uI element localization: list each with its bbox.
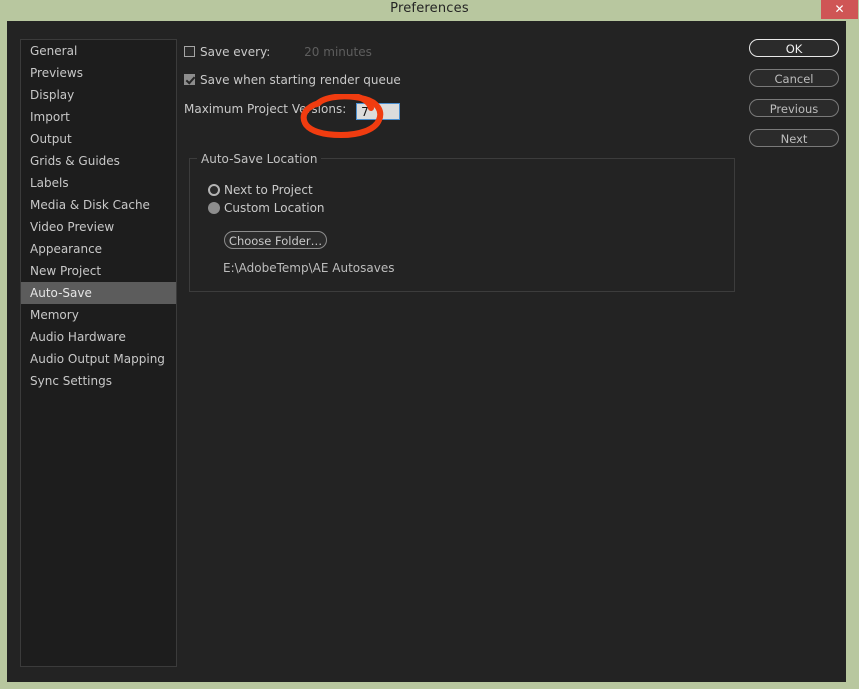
save-every-row: Save every: 20 minutes bbox=[184, 45, 372, 59]
previous-button[interactable]: Previous bbox=[749, 99, 839, 117]
sidebar-item-memory[interactable]: Memory bbox=[21, 304, 176, 326]
sidebar-item-audio-output-mapping[interactable]: Audio Output Mapping bbox=[21, 348, 176, 370]
save-render-queue-label: Save when starting render queue bbox=[200, 73, 401, 87]
category-list[interactable]: General Previews Display Import Output Grids … bbox=[20, 39, 177, 667]
max-versions-row: Maximum Project Versions: 7 bbox=[184, 102, 401, 120]
sidebar-item-video-preview[interactable]: Video Preview bbox=[21, 216, 176, 238]
sidebar-item-previews[interactable]: Previews bbox=[21, 62, 176, 84]
auto-save-panel: Save every: 20 minutes Save when startin… bbox=[178, 39, 738, 665]
sidebar-item-media-disk-cache[interactable]: Media & Disk Cache bbox=[21, 194, 176, 216]
sidebar-item-import[interactable]: Import bbox=[21, 106, 176, 128]
title-bar: Preferences ✕ bbox=[0, 0, 859, 20]
save-render-queue-checkbox[interactable] bbox=[184, 74, 195, 85]
sidebar-item-audio-hardware[interactable]: Audio Hardware bbox=[21, 326, 176, 348]
ok-button[interactable]: OK bbox=[749, 39, 839, 57]
max-versions-label: Maximum Project Versions: bbox=[184, 102, 347, 116]
preferences-window: Preferences ✕ General Previews Display Impo… bbox=[0, 0, 859, 689]
sidebar-item-display[interactable]: Display bbox=[21, 84, 176, 106]
save-render-queue-row: Save when starting render queue bbox=[184, 73, 401, 87]
save-every-checkbox[interactable] bbox=[184, 46, 195, 57]
auto-save-location-title: Auto-Save Location bbox=[197, 152, 322, 166]
radio-custom-location[interactable] bbox=[208, 202, 220, 214]
sidebar-item-new-project[interactable]: New Project bbox=[21, 260, 176, 282]
sidebar-item-auto-save[interactable]: Auto-Save bbox=[21, 282, 176, 304]
cancel-button[interactable]: Cancel bbox=[749, 69, 839, 87]
sidebar-item-appearance[interactable]: Appearance bbox=[21, 238, 176, 260]
radio-custom-location-label: Custom Location bbox=[224, 201, 325, 215]
dialog-button-column: OK Cancel Previous Next bbox=[749, 39, 839, 159]
next-button[interactable]: Next bbox=[749, 129, 839, 147]
sidebar-item-output[interactable]: Output bbox=[21, 128, 176, 150]
window-title: Preferences bbox=[390, 1, 469, 16]
sidebar-item-sync-settings[interactable]: Sync Settings bbox=[21, 370, 176, 392]
sidebar-item-general[interactable]: General bbox=[21, 40, 176, 62]
save-every-label: Save every: bbox=[200, 45, 271, 59]
choose-folder-button[interactable]: Choose Folder… bbox=[224, 231, 327, 249]
dialog-body: General Previews Display Import Output Grids … bbox=[7, 21, 846, 682]
save-every-value[interactable]: 20 minutes bbox=[304, 45, 372, 59]
radio-next-to-project-label: Next to Project bbox=[224, 183, 313, 197]
sidebar-item-labels[interactable]: Labels bbox=[21, 172, 176, 194]
radio-next-to-project-row[interactable]: Next to Project bbox=[208, 183, 313, 197]
close-icon[interactable]: ✕ bbox=[821, 0, 858, 19]
radio-next-to-project[interactable] bbox=[208, 184, 220, 196]
sidebar-item-grids-guides[interactable]: Grids & Guides bbox=[21, 150, 176, 172]
max-versions-input[interactable]: 7 bbox=[356, 103, 401, 120]
auto-save-path-text: E:\AdobeTemp\AE Autosaves bbox=[223, 261, 395, 275]
radio-custom-location-row[interactable]: Custom Location bbox=[208, 201, 325, 215]
